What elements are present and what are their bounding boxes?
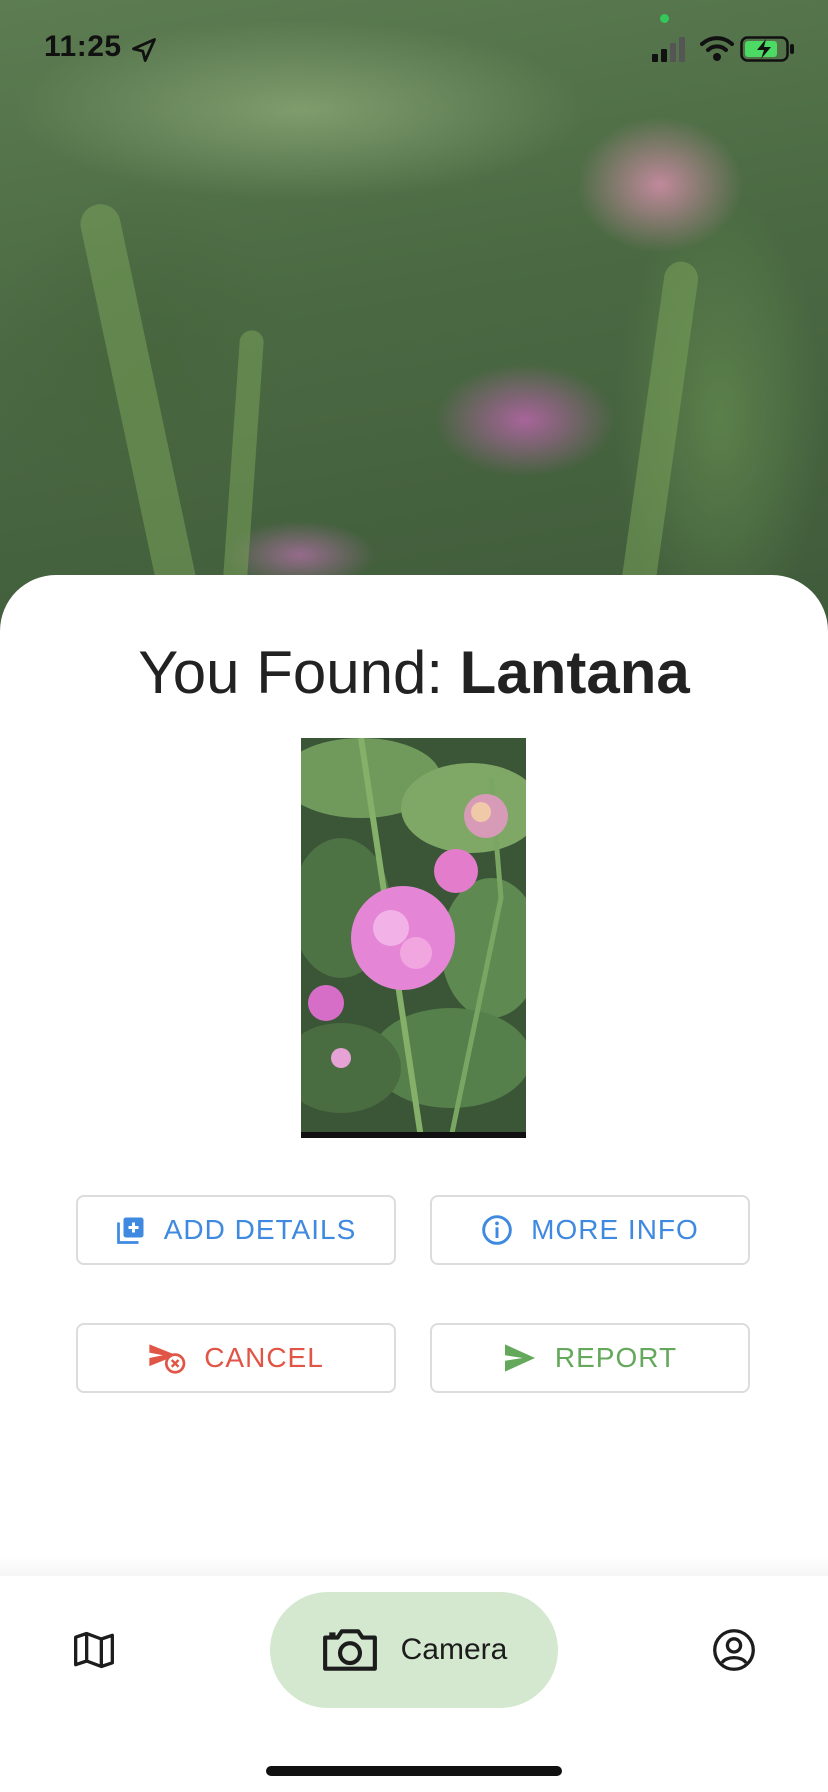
add-details-button[interactable]: ADD DETAILS (76, 1195, 396, 1265)
add-photo-library-icon (116, 1217, 144, 1244)
camera-tab-label: Camera (400, 1633, 508, 1666)
send-icon (504, 1344, 535, 1372)
bottom-navigation-bar: Camera (0, 1576, 828, 1792)
battery-charging-icon (740, 36, 794, 62)
account-circle-icon[interactable] (712, 1628, 756, 1672)
bottom-nav-shadow (0, 1555, 828, 1577)
add-details-label: ADD DETAILS (163, 1214, 357, 1245)
cancel-button[interactable]: CANCEL (76, 1323, 396, 1393)
location-arrow-icon (132, 38, 156, 62)
report-button[interactable]: REPORT (430, 1323, 750, 1393)
map-icon[interactable] (72, 1628, 116, 1672)
info-icon (482, 1215, 512, 1245)
home-indicator[interactable] (266, 1766, 562, 1776)
more-info-button[interactable]: MORE INFO (430, 1195, 750, 1265)
plant-name: Lantana (459, 639, 690, 706)
captured-plant-photo (301, 738, 526, 1138)
cancel-send-icon (149, 1344, 186, 1374)
status-time: 11:25 (44, 30, 122, 63)
plant-photo-illustration (301, 738, 526, 1138)
camera-icon (322, 1629, 377, 1671)
camera-tab[interactable]: Camera (270, 1592, 558, 1708)
more-info-label: MORE INFO (531, 1214, 699, 1245)
privacy-indicator-dot (660, 14, 669, 23)
cancel-label: CANCEL (204, 1342, 324, 1373)
cellular-signal-icon (652, 37, 685, 62)
result-title: You Found: Lantana (0, 638, 828, 707)
wifi-icon (700, 36, 734, 61)
result-prefix: You Found: (138, 639, 460, 706)
report-label: REPORT (554, 1342, 678, 1373)
status-bar: 11:25 (0, 0, 828, 100)
